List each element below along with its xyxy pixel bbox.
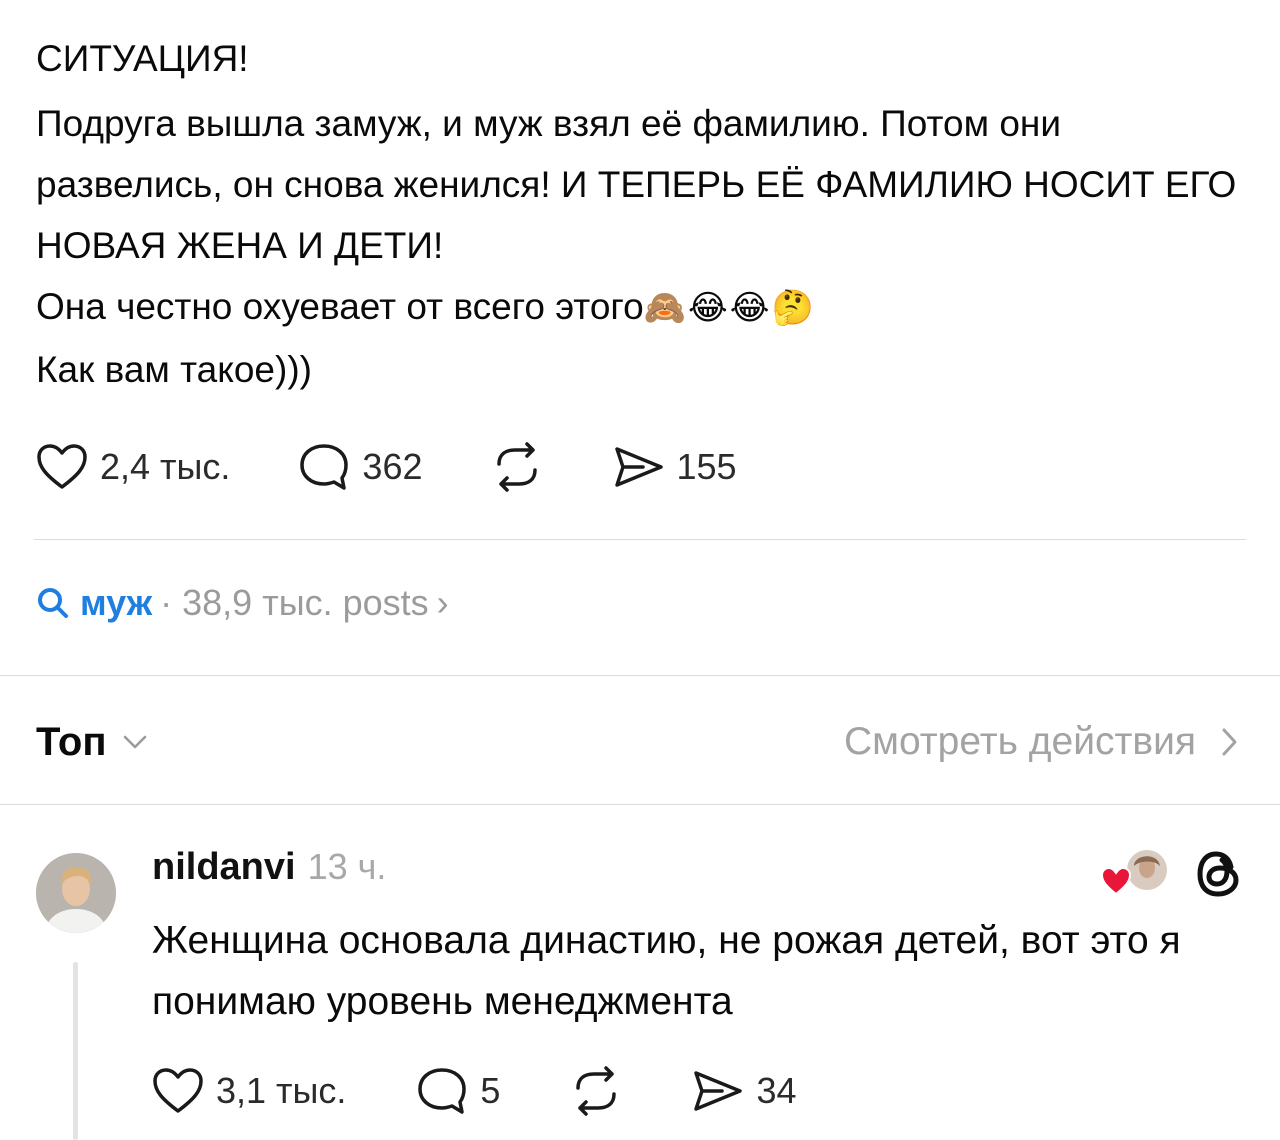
- comment-reply-count: 5: [480, 1070, 501, 1111]
- divider: [34, 539, 1246, 540]
- liked-by-indicator[interactable]: [1100, 848, 1172, 896]
- post-body-line-3: Как вам такое))): [36, 349, 312, 390]
- post-body-line-1: Подруга вышла замуж, и муж взял её фамил…: [36, 103, 1237, 266]
- post-body-line-2: Она честно охуевает от всего этого: [36, 286, 644, 327]
- chevron-right-icon: ›: [436, 582, 449, 623]
- post-repost-button[interactable]: [491, 442, 543, 492]
- comment-header: nildanvi 13 ч.: [152, 846, 386, 889]
- view-activity-label: Смотреть действия: [844, 720, 1196, 763]
- threads-logo-icon[interactable]: [1194, 848, 1244, 905]
- chevron-right-icon: [1222, 728, 1237, 756]
- comment-repost-button[interactable]: [570, 1066, 622, 1116]
- topic-link[interactable]: муж · 38,9 тыс. posts ›: [36, 582, 449, 624]
- heart-icon: [1100, 866, 1132, 896]
- post-share-count: 155: [676, 446, 737, 487]
- heart-icon: [37, 444, 87, 489]
- post-actions: 2,4 тыс. 362 155: [36, 442, 737, 492]
- post-share-button[interactable]: 155: [613, 443, 737, 491]
- post-text: СИТУАЦИЯ! Подруга вышла замуж, и муж взя…: [36, 28, 1246, 400]
- thread-line: [73, 962, 78, 1140]
- send-icon: [694, 1071, 743, 1111]
- comment-username[interactable]: nildanvi: [152, 846, 296, 889]
- comment-like-button[interactable]: 3,1 тыс.: [152, 1067, 346, 1115]
- comment-bubble-icon: [300, 444, 349, 490]
- search-icon: [38, 588, 68, 618]
- divider: [0, 804, 1280, 805]
- sort-dropdown[interactable]: Топ: [36, 720, 153, 765]
- chevron-down-icon: [123, 735, 146, 749]
- post-emojis: 🙈😂😂🤔: [643, 289, 816, 327]
- comment-share-button[interactable]: 34: [692, 1067, 797, 1115]
- post-like-count: 2,4 тыс.: [100, 446, 231, 487]
- post-body-line-2-wrap: Она честно охуевает от всего этого🙈😂😂🤔: [36, 276, 1246, 339]
- view-activity-link[interactable]: Смотреть действия: [844, 720, 1244, 764]
- post-comment-count: 362: [362, 446, 423, 487]
- avatar[interactable]: [36, 853, 116, 933]
- comment-reply-button[interactable]: 5: [416, 1066, 500, 1116]
- topic-tag: муж: [80, 582, 153, 623]
- post-like-button[interactable]: 2,4 тыс.: [36, 443, 230, 491]
- topic-meta: · 38,9 тыс. posts: [160, 582, 429, 623]
- comment-like-count: 3,1 тыс.: [216, 1070, 347, 1111]
- comment-actions: 3,1 тыс. 5 34: [152, 1066, 797, 1116]
- repost-icon: [576, 1066, 617, 1116]
- comment-bubble-icon: [418, 1068, 467, 1114]
- post-title-line: СИТУАЦИЯ!: [36, 38, 249, 79]
- sort-label: Топ: [36, 719, 107, 764]
- send-icon: [614, 447, 663, 487]
- divider: [0, 675, 1280, 676]
- comment-share-count: 34: [756, 1070, 797, 1111]
- heart-icon: [153, 1068, 203, 1113]
- post-comment-button[interactable]: 362: [298, 442, 423, 492]
- comment-time: 13 ч.: [307, 846, 387, 887]
- repost-icon: [496, 442, 537, 492]
- comment-text: Женщина основала династию, не рожая дете…: [152, 919, 1181, 1023]
- sort-row: Топ Смотреть действия: [36, 712, 1244, 772]
